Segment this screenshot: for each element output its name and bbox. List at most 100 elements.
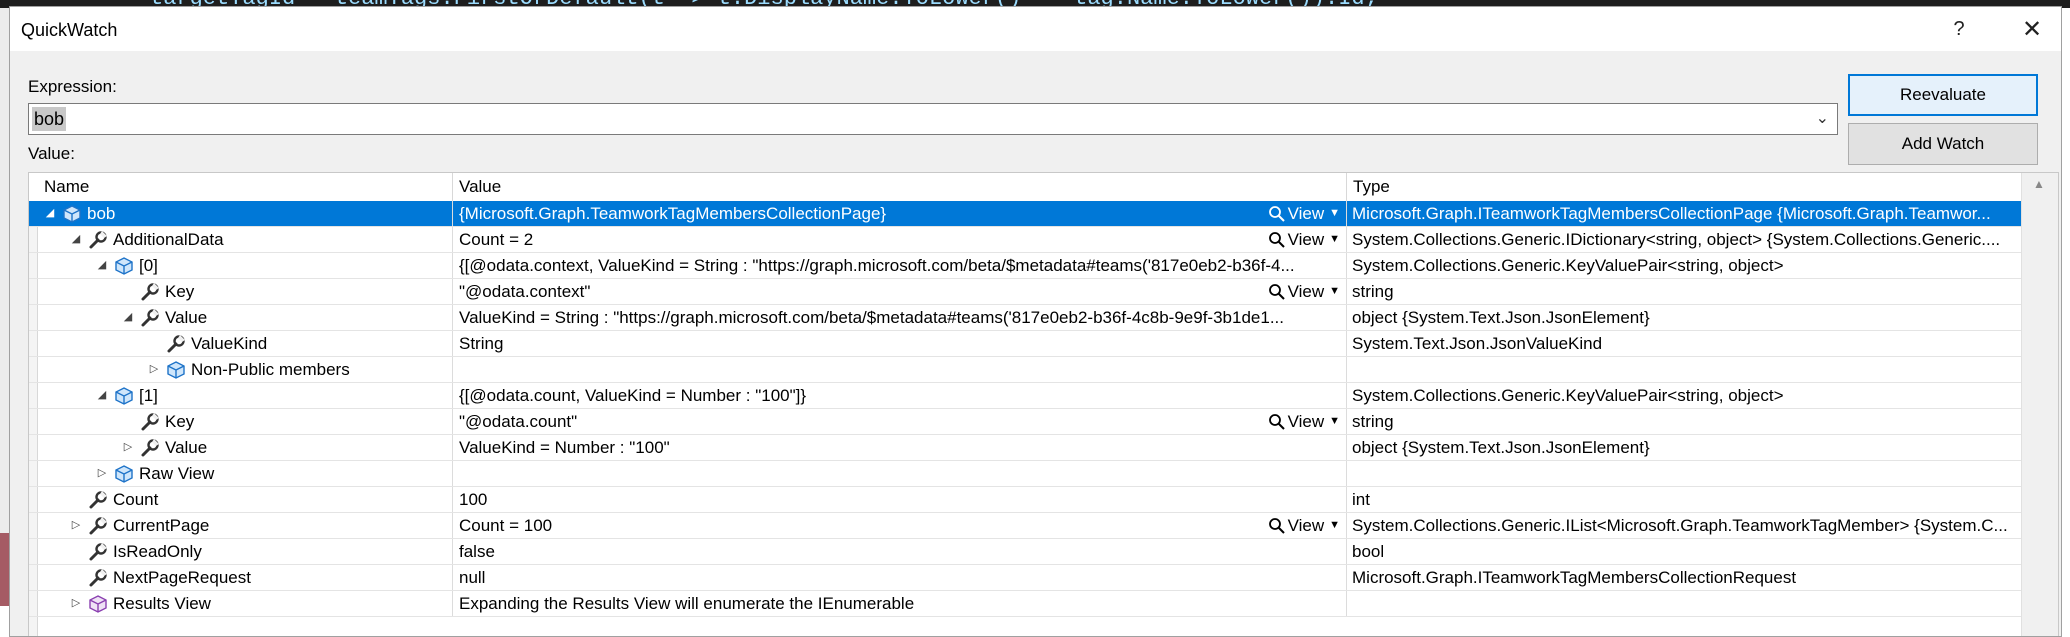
collapse-arrow-icon[interactable]: ◢: [121, 305, 135, 330]
row-name: Value: [165, 308, 208, 327]
tree-row[interactable]: ◢ [1] {[@odata.count, ValueKind = Number :…: [29, 383, 2022, 409]
row-value: {[@odata.count, ValueKind = Number : "10…: [459, 386, 807, 405]
tree-row[interactable]: ▷ CurrentPage Count = 100 View ▼ System.Colle…: [29, 513, 2022, 539]
view-visualizer-button[interactable]: View ▼: [1268, 409, 1340, 434]
expand-arrow-icon[interactable]: ▷: [95, 461, 109, 486]
view-label: View: [1287, 230, 1325, 249]
value-cell[interactable]: {[@odata.context, ValueKind = String : "…: [453, 253, 1347, 278]
expression-input-value[interactable]: bob: [32, 107, 67, 131]
tree-row[interactable]: ▷ Results View Expanding the Results View …: [29, 591, 2022, 617]
collapse-arrow-icon[interactable]: ◢: [43, 201, 57, 226]
object-icon: [113, 385, 135, 407]
tree-row[interactable]: ◢ AdditionalData Count = 2 View ▼ System.Coll…: [29, 227, 2022, 253]
value-cell[interactable]: Count = 2 View ▼: [453, 227, 1347, 252]
expand-arrow-icon[interactable]: ▷: [69, 591, 83, 616]
name-cell[interactable]: Key: [29, 409, 453, 434]
tree-row[interactable]: ◢ bob {Microsoft.Graph.TeamworkTagMembersC…: [29, 201, 2022, 227]
name-cell[interactable]: ▷ Raw View: [29, 461, 453, 486]
view-visualizer-button[interactable]: View ▼: [1268, 227, 1340, 252]
name-cell[interactable]: NextPageRequest: [29, 565, 453, 590]
expression-label: Expression:: [28, 77, 117, 96]
tree-row[interactable]: ▷ Value ValueKind = Number : "100" object {…: [29, 435, 2022, 461]
value-cell[interactable]: null: [453, 565, 1347, 590]
dropdown-caret-icon[interactable]: ▼: [1329, 201, 1340, 226]
row-value: ValueKind = String : "https://graph.micr…: [459, 308, 1284, 327]
row-value: {[@odata.context, ValueKind = String : "…: [459, 256, 1295, 275]
type-cell: Microsoft.Graph.ITeamworkTagMembersColle…: [1352, 204, 1991, 223]
expression-combobox[interactable]: bob ⌄: [28, 103, 1838, 135]
magnifier-icon: [1268, 517, 1286, 535]
tree-row[interactable]: ▷ Raw View: [29, 461, 2022, 487]
row-value: "@odata.count": [459, 412, 578, 431]
expand-arrow-icon[interactable]: ▷: [147, 357, 161, 382]
collapse-arrow-icon[interactable]: ◢: [95, 383, 109, 408]
value-cell[interactable]: [453, 461, 1347, 486]
value-cell[interactable]: ValueKind = Number : "100": [453, 435, 1347, 460]
value-cell[interactable]: Expanding the Results View will enumerat…: [453, 591, 1347, 616]
view-label: View: [1287, 204, 1325, 223]
value-cell[interactable]: 100: [453, 487, 1347, 512]
help-button[interactable]: ?: [1930, 7, 1988, 51]
collapse-arrow-icon[interactable]: ◢: [69, 227, 83, 252]
tree-row[interactable]: IsReadOnly false bool: [29, 539, 2022, 565]
tree-row[interactable]: Count 100 int: [29, 487, 2022, 513]
value-cell[interactable]: {[@odata.count, ValueKind = Number : "10…: [453, 383, 1347, 408]
add-watch-button[interactable]: Add Watch: [1848, 123, 2038, 165]
value-cell[interactable]: ValueKind = String : "https://graph.micr…: [453, 305, 1347, 330]
value-cell[interactable]: [453, 357, 1347, 382]
value-cell[interactable]: "@odata.count" View ▼: [453, 409, 1347, 434]
wrench-icon: [139, 307, 161, 329]
name-cell[interactable]: ◢ [1]: [29, 383, 453, 408]
reevaluate-button[interactable]: Reevaluate: [1848, 74, 2038, 116]
expand-arrow-icon[interactable]: ▷: [121, 435, 135, 460]
name-cell[interactable]: ▷ Non-Public members: [29, 357, 453, 382]
name-cell[interactable]: Count: [29, 487, 453, 512]
view-label: View: [1287, 282, 1325, 301]
view-visualizer-button[interactable]: View ▼: [1268, 201, 1340, 226]
value-cell[interactable]: String: [453, 331, 1347, 356]
collapse-arrow-icon[interactable]: ◢: [95, 253, 109, 278]
close-button[interactable]: ✕: [2003, 7, 2061, 51]
name-cell[interactable]: ▷ Value: [29, 435, 453, 460]
value-cell[interactable]: Count = 100 View ▼: [453, 513, 1347, 538]
tree-row[interactable]: ◢ [0] {[@odata.context, ValueKind = String…: [29, 253, 2022, 279]
type-cell: [1347, 461, 2022, 486]
name-content: ▷ Raw View: [95, 461, 215, 486]
name-cell[interactable]: ◢ Value: [29, 305, 453, 330]
expand-arrow-icon[interactable]: ▷: [69, 513, 83, 538]
name-content: ◢ bob: [43, 201, 116, 226]
value-cell[interactable]: "@odata.context" View ▼: [453, 279, 1347, 304]
name-content: ◢ [1]: [95, 383, 158, 408]
tree-row[interactable]: ▷ Non-Public members: [29, 357, 2022, 383]
chevron-down-icon[interactable]: ⌄: [1816, 107, 1829, 131]
column-header-type[interactable]: Type: [1347, 173, 2022, 201]
name-cell[interactable]: IsReadOnly: [29, 539, 453, 564]
column-header-name[interactable]: Name: [29, 173, 453, 201]
tree-row[interactable]: ValueKind String System.Text.Json.JsonValu…: [29, 331, 2022, 357]
name-cell[interactable]: Key: [29, 279, 453, 304]
vertical-scrollbar[interactable]: ▲: [2021, 173, 2058, 636]
dropdown-caret-icon[interactable]: ▼: [1329, 227, 1340, 252]
name-cell[interactable]: ValueKind: [29, 331, 453, 356]
view-visualizer-button[interactable]: View ▼: [1268, 513, 1340, 538]
scroll-up-icon[interactable]: ▲: [2033, 177, 2045, 191]
type-cell: [1347, 357, 2022, 382]
name-cell[interactable]: ▷ Results View: [29, 591, 453, 616]
column-header-value[interactable]: Value: [453, 173, 1347, 201]
name-cell[interactable]: ▷ CurrentPage: [29, 513, 453, 538]
dropdown-caret-icon[interactable]: ▼: [1329, 409, 1340, 434]
value-cell[interactable]: {Microsoft.Graph.TeamworkTagMembersColle…: [453, 201, 1347, 226]
tree-row[interactable]: Key "@odata.context" View ▼ string: [29, 279, 2022, 305]
wrench-icon: [87, 515, 109, 537]
name-cell[interactable]: ◢ AdditionalData: [29, 227, 453, 252]
value-cell[interactable]: false: [453, 539, 1347, 564]
view-visualizer-button[interactable]: View ▼: [1268, 279, 1340, 304]
tree-row[interactable]: Key "@odata.count" View ▼ string: [29, 409, 2022, 435]
dropdown-caret-icon[interactable]: ▼: [1329, 513, 1340, 538]
row-name: NextPageRequest: [113, 568, 251, 587]
name-cell[interactable]: ◢ bob: [29, 201, 453, 226]
tree-row[interactable]: ◢ Value ValueKind = String : "https://grap…: [29, 305, 2022, 331]
dropdown-caret-icon[interactable]: ▼: [1329, 279, 1340, 304]
name-cell[interactable]: ◢ [0]: [29, 253, 453, 278]
tree-row[interactable]: NextPageRequest null Microsoft.Graph.ITeam…: [29, 565, 2022, 591]
